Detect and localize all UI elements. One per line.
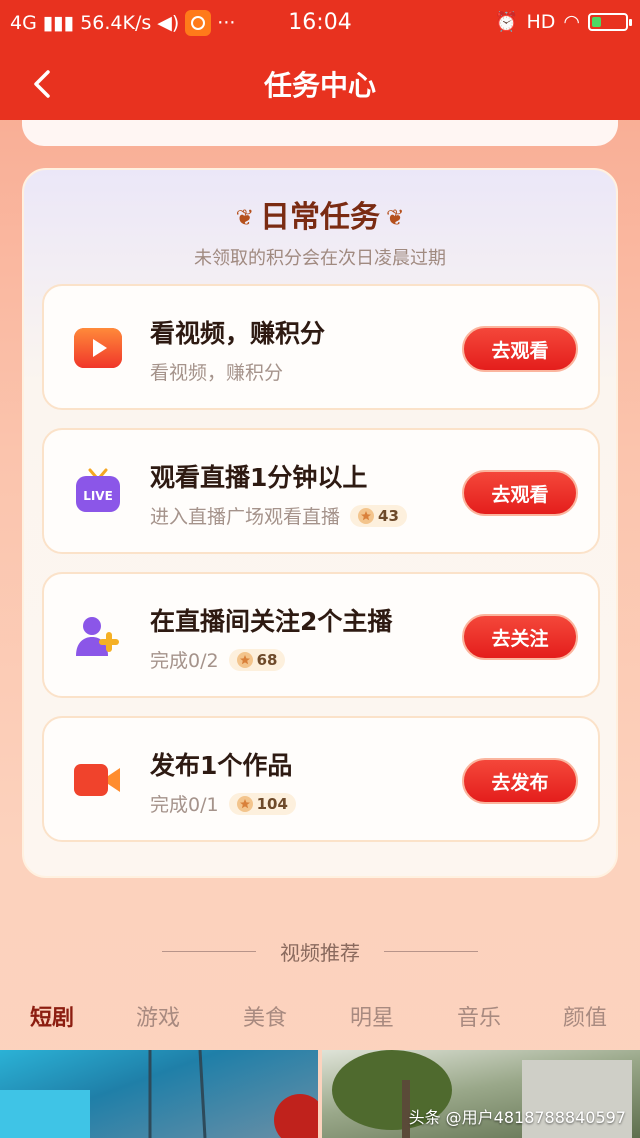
wifi-icon: ◠ <box>563 10 580 33</box>
star-coin-icon <box>358 507 375 524</box>
daily-tasks-title: ❦ 日常任务 ❦ <box>24 192 616 236</box>
divider <box>162 950 256 952</box>
page-title: 任务中心 <box>263 69 376 102</box>
watermark: 头条 @用户4818788840597 <box>408 1108 626 1127</box>
tab-looks[interactable]: 颜值 <box>563 1000 607 1032</box>
task-name: 看视频，赚积分 <box>150 319 326 348</box>
task-description: 看视频，赚积分 <box>150 358 283 385</box>
tab-stars[interactable]: 明星 <box>350 1000 394 1032</box>
daily-tasks-subtitle: 未领取的积分会在次日凌晨过期 <box>194 248 446 269</box>
alarm-icon: ⏰ <box>494 11 519 33</box>
video-thumbnail[interactable] <box>0 1050 318 1138</box>
task-follow-streamers: 在直播间关注2个主播 完成0/2 68 去关注 <box>42 572 600 698</box>
status-bar: 4G ▮▮▮ 56.4K/s ◀) ··· 16:04 ⏰ HD ◠ <box>0 0 640 46</box>
battery-icon <box>588 12 632 31</box>
task-name: 在直播间关注2个主播 <box>150 607 393 636</box>
daily-tasks-card: ❦ 日常任务 ❦ 未领取的积分会在次日凌晨过期 看视频，赚积分 看视频，赚积分 去观… <box>22 168 618 878</box>
leaf-left-icon: ❦ <box>235 206 254 231</box>
task-watch-live: LIVE 观看直播1分钟以上 进入直播广场观看直播 43 去观看 <box>42 428 600 554</box>
svg-text:LIVE: LIVE <box>83 489 113 503</box>
star-coin-icon <box>236 795 253 812</box>
task-description: 进入直播广场观看直播 43 <box>150 502 407 529</box>
task-watch-video: 看视频，赚积分 看视频，赚积分 去观看 <box>42 284 600 410</box>
status-right: ⏰ HD ◠ <box>494 10 632 33</box>
task-progress: 完成0/1 <box>150 794 219 816</box>
reward-badge: 104 <box>228 792 296 815</box>
video-play-icon <box>74 328 122 368</box>
reward-badge: 43 <box>350 504 407 527</box>
watch-video-button[interactable]: 去观看 <box>462 326 578 372</box>
task-description: 完成0/1 104 <box>150 790 296 817</box>
star-coin-icon <box>236 651 253 668</box>
live-tv-icon: LIVE <box>76 468 120 512</box>
publish-button[interactable]: 去发布 <box>462 758 578 804</box>
reward-badge: 68 <box>228 648 286 671</box>
divider <box>384 950 478 952</box>
recommend-title: 视频推荐 <box>280 940 360 965</box>
hd-indicator: HD <box>526 10 556 33</box>
thumbnail-image <box>0 1050 318 1138</box>
task-progress: 完成0/2 <box>150 650 219 672</box>
task-publish-work: 发布1个作品 完成0/1 104 去发布 <box>42 716 600 842</box>
watch-live-button[interactable]: 去观看 <box>462 470 578 516</box>
daily-title-text: 日常任务 <box>260 200 380 235</box>
reward-value: 104 <box>256 794 288 813</box>
video-recommend-header: 视频推荐 <box>0 936 640 966</box>
task-desc-text: 进入直播广场观看直播 <box>150 506 341 528</box>
video-thumbnail[interactable]: 头条 @用户4818788840597 <box>322 1050 640 1138</box>
follow-button[interactable]: 去关注 <box>462 614 578 660</box>
leaf-right-icon: ❦ <box>386 206 405 231</box>
reward-value: 43 <box>378 506 399 525</box>
category-tabs: 短剧 游戏 美食 明星 音乐 颜值 <box>0 1000 640 1034</box>
reward-value: 68 <box>256 650 278 669</box>
tab-food[interactable]: 美食 <box>243 1000 287 1032</box>
tab-games[interactable]: 游戏 <box>136 1000 180 1032</box>
tab-short-drama[interactable]: 短剧 <box>30 1000 74 1032</box>
add-follow-icon <box>76 617 119 656</box>
nav-bar: 任务中心 <box>0 46 640 120</box>
task-name: 观看直播1分钟以上 <box>150 463 368 492</box>
task-description: 完成0/2 68 <box>150 646 286 673</box>
previous-card <box>22 120 618 146</box>
tab-music[interactable]: 音乐 <box>457 1000 501 1032</box>
task-name: 发布1个作品 <box>150 751 293 780</box>
task-desc-text: 看视频，赚积分 <box>150 362 284 384</box>
video-camera-icon <box>74 764 120 796</box>
